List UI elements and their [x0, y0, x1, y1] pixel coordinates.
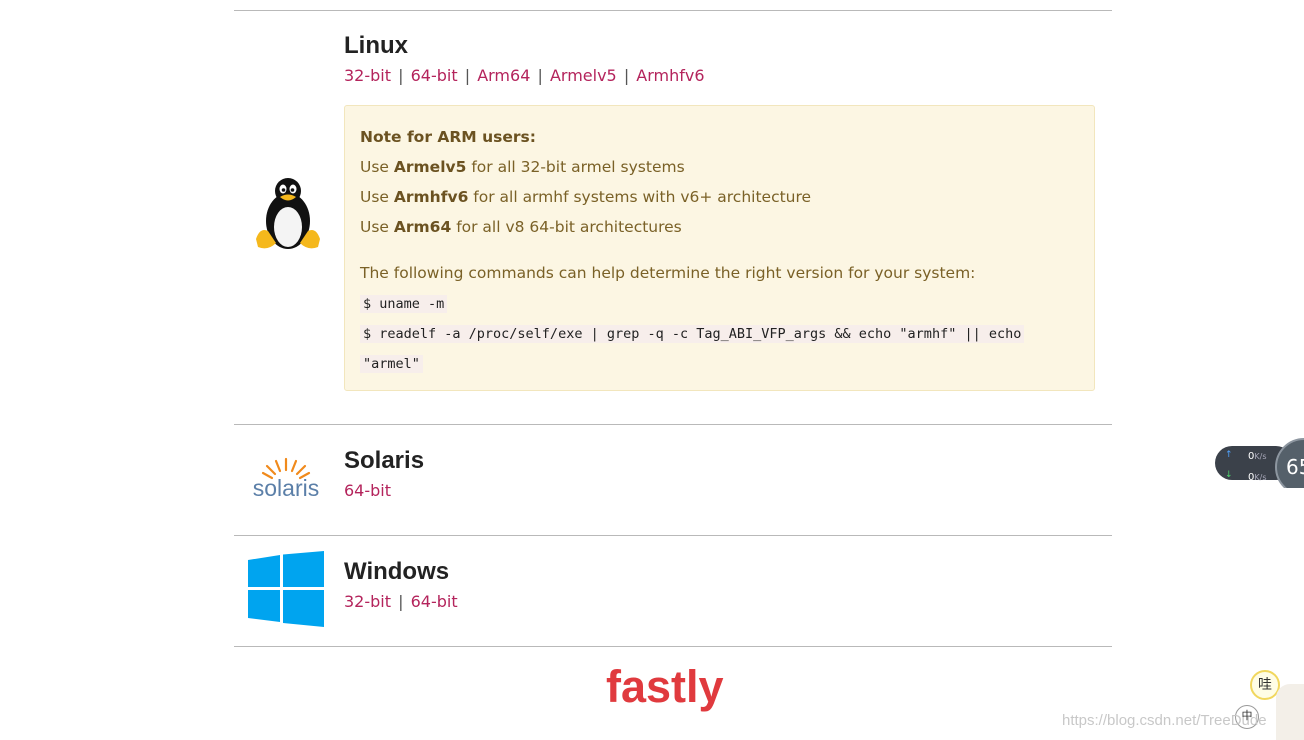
command-uname: $ uname -m [360, 295, 448, 313]
note-commands-intro: The following commands can help determin… [360, 264, 976, 282]
fastly-logo[interactable]: fastly [606, 660, 746, 720]
solaris-download-links: 64-bit [344, 481, 391, 500]
command-readelf-continued: "armel" [360, 355, 423, 373]
link-separator: | [398, 66, 404, 85]
linux-title: Linux [344, 32, 408, 59]
cpu-badge: 65 [1286, 455, 1304, 479]
linux-download-links: 32-bit | 64-bit | Arm64 | Armelv5 | Armh… [344, 66, 705, 85]
note-heading: Note for ARM users: [360, 128, 536, 146]
linux-32bit-link[interactable]: 32-bit [344, 66, 391, 85]
linux-64bit-link[interactable]: 64-bit [411, 66, 458, 85]
upload-speed: 0K/s [1248, 451, 1267, 462]
windows-download-links: 32-bit | 64-bit [344, 592, 458, 611]
network-speed-widget[interactable]: ↑ ↓ 0K/s 0K/s 65 [1214, 438, 1304, 488]
note-line-armhfv6: Use Armhfv6 for all armhf systems with v… [360, 188, 812, 206]
note-line-armelv5: Use Armelv5 for all 32-bit armel systems [360, 158, 685, 176]
linux-tux-logo [254, 177, 322, 253]
note-line-arm64: Use Arm64 for all v8 64-bit architecture… [360, 218, 682, 236]
solaris-64bit-link[interactable]: 64-bit [344, 481, 391, 500]
windows-64bit-link[interactable]: 64-bit [411, 592, 458, 611]
windows-title: Windows [344, 558, 450, 585]
link-separator: | [464, 66, 471, 85]
link-separator: | [398, 592, 404, 611]
divider-linux-solaris [234, 424, 1112, 425]
download-speed: 0K/s [1248, 472, 1267, 483]
link-separator: | [537, 66, 543, 85]
mascot-text: 哇 [1258, 677, 1272, 693]
arm-users-note: Note for ARM users: Use Armelv5 for all … [344, 105, 1095, 391]
linux-arm64-link[interactable]: Arm64 [477, 66, 530, 85]
divider-top [234, 10, 1112, 11]
link-separator: | [623, 66, 630, 85]
linux-armelv5-link[interactable]: Armelv5 [550, 66, 617, 85]
download-arrow-icon: ↓ [1225, 470, 1233, 480]
solaris-logo: solaris [246, 456, 326, 502]
csdn-watermark: https://blog.csdn.net/TreeDude [1062, 712, 1267, 729]
windows-32bit-link[interactable]: 32-bit [344, 592, 391, 611]
upload-arrow-icon: ↑ [1225, 450, 1233, 460]
windows-logo [248, 551, 324, 627]
solaris-title: Solaris [344, 447, 425, 474]
solaris-logo-text: solaris [253, 475, 319, 501]
mascot-icon[interactable] [1276, 684, 1304, 740]
fastly-logo-text: fastly [606, 661, 724, 712]
linux-armhfv6-link[interactable]: Armhfv6 [636, 66, 704, 85]
divider-bottom [234, 646, 1112, 647]
command-readelf: $ readelf -a /proc/self/exe | grep -q -c… [360, 325, 1025, 343]
divider-solaris-windows [234, 535, 1112, 536]
